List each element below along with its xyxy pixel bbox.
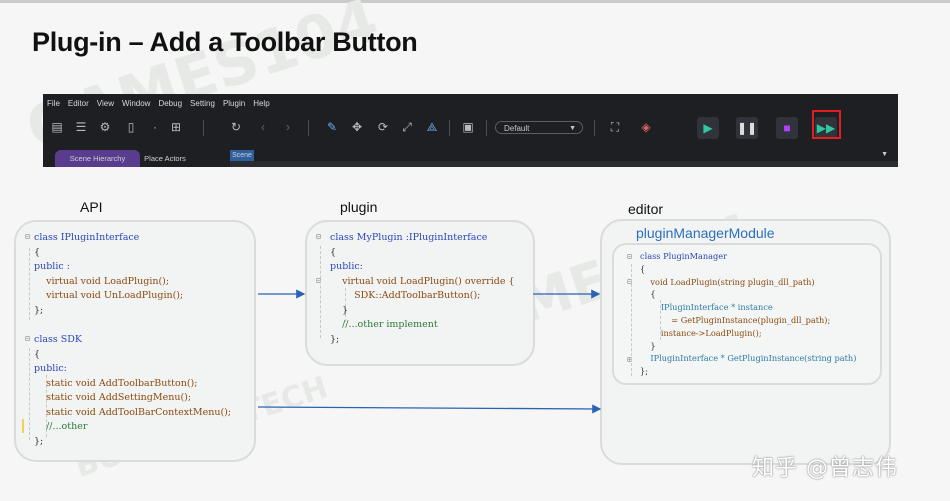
flow-arrows bbox=[257, 289, 602, 414]
brand-watermark: 知乎 @曾志伟 bbox=[752, 456, 898, 481]
arrow-sdk-to-editor bbox=[257, 404, 602, 414]
